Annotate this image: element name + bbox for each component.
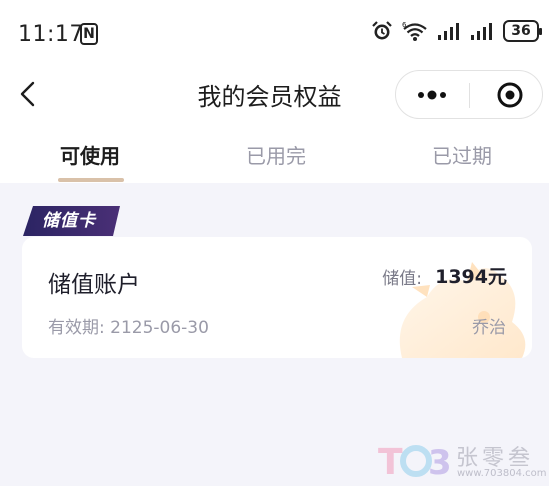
close-button[interactable] <box>470 71 542 118</box>
svg-text:3: 3 <box>428 443 452 482</box>
tab-available[interactable]: 可使用 <box>60 140 120 169</box>
balance-value: 1394元 <box>435 266 507 288</box>
wifi-icon: 6 <box>402 20 428 42</box>
store-name: 乔治 <box>472 318 506 338</box>
signal-icon <box>470 21 494 41</box>
battery-icon: 36 <box>503 20 542 42</box>
nfc-icon: N <box>80 23 98 45</box>
balance-label: 储值: <box>382 269 422 289</box>
alarm-icon <box>371 20 393 42</box>
status-icons: 6 36 <box>371 20 542 42</box>
target-circle-icon <box>497 82 523 108</box>
expiry-date: 有效期: 2125-06-30 <box>48 318 209 338</box>
card-title: 储值账户 <box>48 272 140 298</box>
status-bar: 11:17 N 6 36 <box>0 0 549 70</box>
stored-value-card[interactable]: 储值账户 储值: 1394元 有效期: 2125-06-30 乔治 <box>22 237 532 358</box>
tab-expired[interactable]: 已过期 <box>432 140 492 169</box>
signal-icon <box>437 21 461 41</box>
more-button[interactable] <box>396 71 469 118</box>
mascot-decoration <box>399 262 526 358</box>
status-time: 11:17 <box>18 22 84 47</box>
svg-text:6: 6 <box>402 21 407 29</box>
svg-text:T: T <box>378 442 403 482</box>
watermark-logo: T 3 <box>378 442 452 482</box>
more-dots-icon <box>418 90 446 100</box>
tab-used-up[interactable]: 已用完 <box>246 140 306 169</box>
watermark-url: www.703804.com <box>457 468 547 479</box>
mini-program-capsule <box>395 70 543 119</box>
watermark: T 3 张零叁 www.703804.com <box>378 438 548 484</box>
card-type-badge: 储值卡 <box>42 211 96 231</box>
active-tab-indicator <box>58 178 124 182</box>
